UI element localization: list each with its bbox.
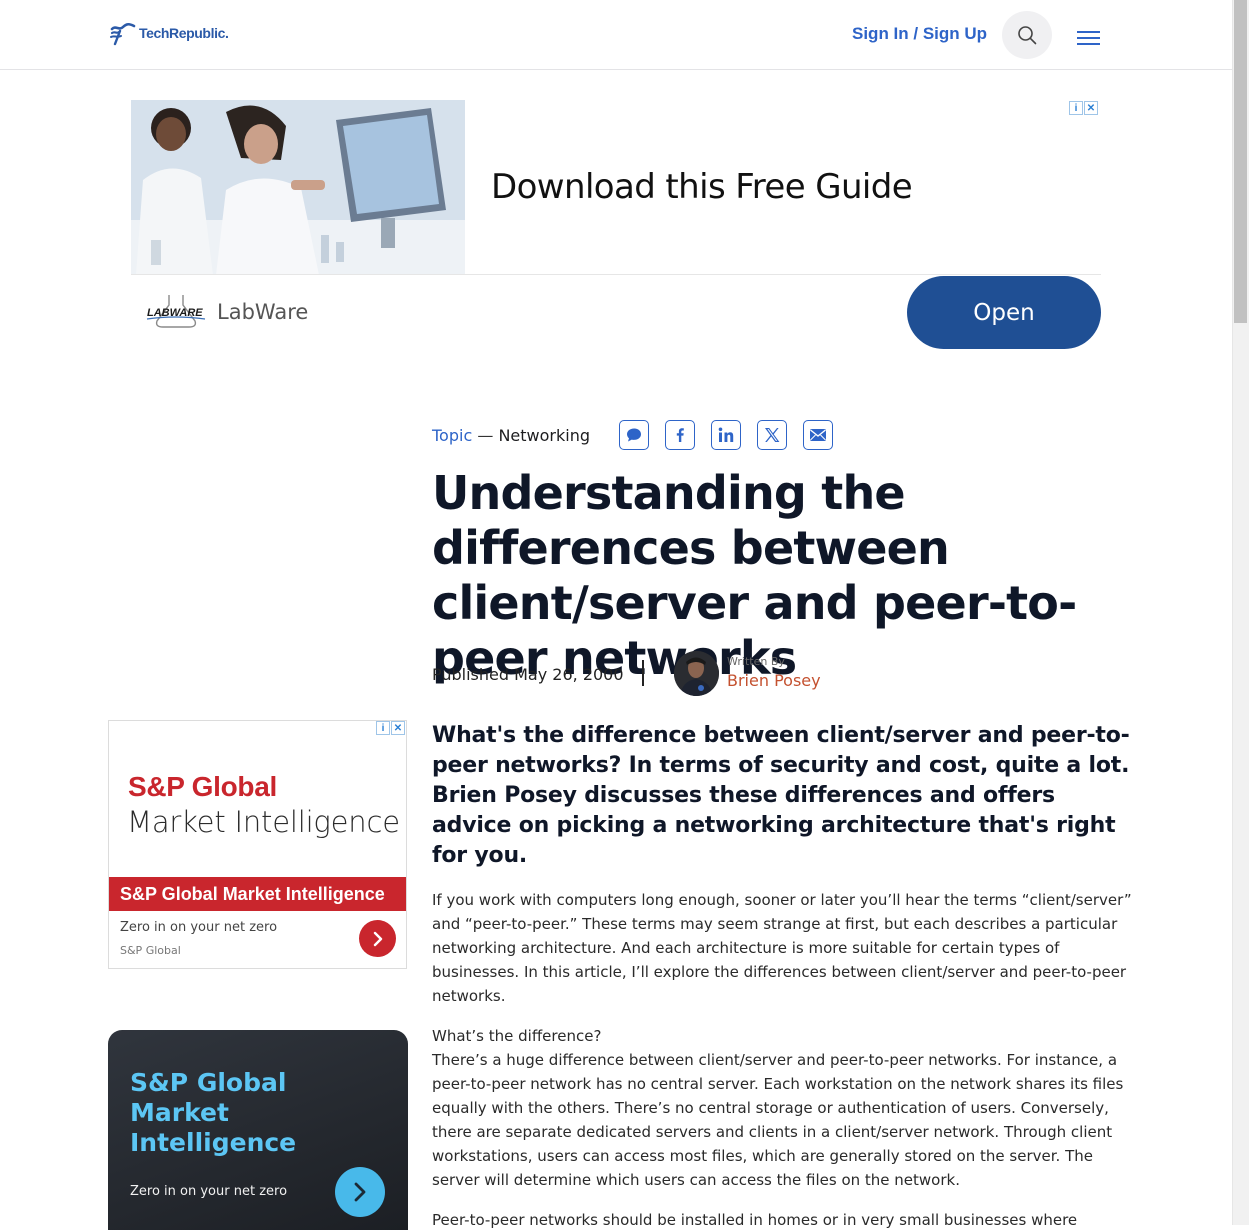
lab-scene-illustration <box>131 100 465 275</box>
ad-headline[interactable]: Download this Free Guide <box>491 167 913 207</box>
topic-separator: — <box>477 426 494 445</box>
share-email-button[interactable] <box>803 420 833 450</box>
sp2-ad-subtitle: Zero in on your net zero <box>130 1184 288 1199</box>
author-photo <box>674 651 719 696</box>
article-paragraph: There’s a huge difference between client… <box>432 1051 1124 1189</box>
sp2-ad-title[interactable]: S&P Global Market Intelligence <box>130 1068 390 1158</box>
techrepublic-logo-icon <box>110 22 136 46</box>
sp-ad-advertiser: S&P Global <box>120 944 181 957</box>
article-title: Understanding the differences between cl… <box>432 466 1077 685</box>
sidebar-ad-sp-global-dark[interactable]: S&P Global Market Intelligence Zero in o… <box>108 1030 408 1230</box>
byline-divider <box>642 660 644 686</box>
sp-ad-subtitle: Zero in on your net zero <box>120 920 278 935</box>
article-subheading: What’s the difference? <box>432 1027 602 1045</box>
techrepublic-logo[interactable]: TechRepublic. <box>109 19 229 47</box>
chevron-right-icon <box>354 1182 366 1202</box>
sp-logo-line1: S&P Global <box>128 771 277 802</box>
share-x-button[interactable] <box>757 420 787 450</box>
sign-in-link[interactable]: Sign In / Sign Up <box>852 24 987 44</box>
facebook-icon <box>676 428 684 442</box>
published-date: Published May 26, 2000 <box>432 665 624 684</box>
author-name-link[interactable]: Brien Posey <box>727 671 821 690</box>
ad-open-button[interactable]: Open <box>907 276 1101 349</box>
menu-bar <box>1077 43 1100 45</box>
labware-logo: LABWARE <box>146 295 206 328</box>
ad-brand-name: LabWare <box>217 300 309 324</box>
topic-label[interactable]: Topic <box>432 426 472 445</box>
sidebar-ad-sp-global[interactable]: S&P Global Market Intelligence S&P Globa… <box>108 720 407 969</box>
email-icon <box>810 429 826 441</box>
menu-icon[interactable] <box>1077 29 1101 47</box>
search-button[interactable] <box>1002 11 1052 59</box>
menu-bar <box>1077 31 1100 33</box>
x-icon <box>765 428 780 442</box>
share-facebook-button[interactable] <box>665 420 695 450</box>
info-icon[interactable]: i <box>1069 101 1083 115</box>
ad-divider <box>131 274 1101 275</box>
topic-line: Topic — Networking <box>432 426 590 445</box>
article-paragraph: If you work with computers long enough, … <box>432 891 1132 1005</box>
chevron-right-icon <box>373 931 382 946</box>
written-by-label: Written By <box>727 655 785 668</box>
share-comment-button[interactable] <box>619 420 649 450</box>
author-avatar[interactable] <box>674 651 719 696</box>
linkedin-icon <box>718 427 734 442</box>
sp-ad-band[interactable]: S&P Global Market Intelligence <box>109 877 406 911</box>
ad-photo-lab-scientists[interactable] <box>131 100 465 275</box>
menu-bar <box>1077 37 1100 39</box>
topic-value[interactable]: Networking <box>498 426 590 445</box>
sp2-ad-arrow-button[interactable] <box>335 1167 385 1217</box>
comment-icon <box>627 428 641 442</box>
scrollbar-thumb[interactable] <box>1234 0 1247 323</box>
adchoices[interactable]: i ✕ <box>376 721 405 735</box>
search-icon <box>1018 26 1037 45</box>
article-paragraph: Peer-to-peer networks should be installe… <box>432 1211 1078 1229</box>
top-banner-ad[interactable]: Download this Free Guide LABWARE LabWare… <box>131 100 1101 350</box>
logo-text: TechRepublic. <box>139 25 229 41</box>
adchoices[interactable]: i ✕ <box>1069 101 1098 115</box>
close-icon[interactable]: ✕ <box>391 721 405 735</box>
article-dek: What's the difference between client/ser… <box>432 723 1130 868</box>
info-icon[interactable]: i <box>376 721 390 735</box>
ad-brand[interactable]: LABWARE LabWare <box>145 293 308 331</box>
close-icon[interactable]: ✕ <box>1084 101 1098 115</box>
share-linkedin-button[interactable] <box>711 420 741 450</box>
sp-logo-line2: Market Intelligence <box>127 805 400 839</box>
sp-ad-arrow-button[interactable] <box>359 920 396 957</box>
site-header: TechRepublic. Sign In / Sign Up <box>0 0 1232 70</box>
